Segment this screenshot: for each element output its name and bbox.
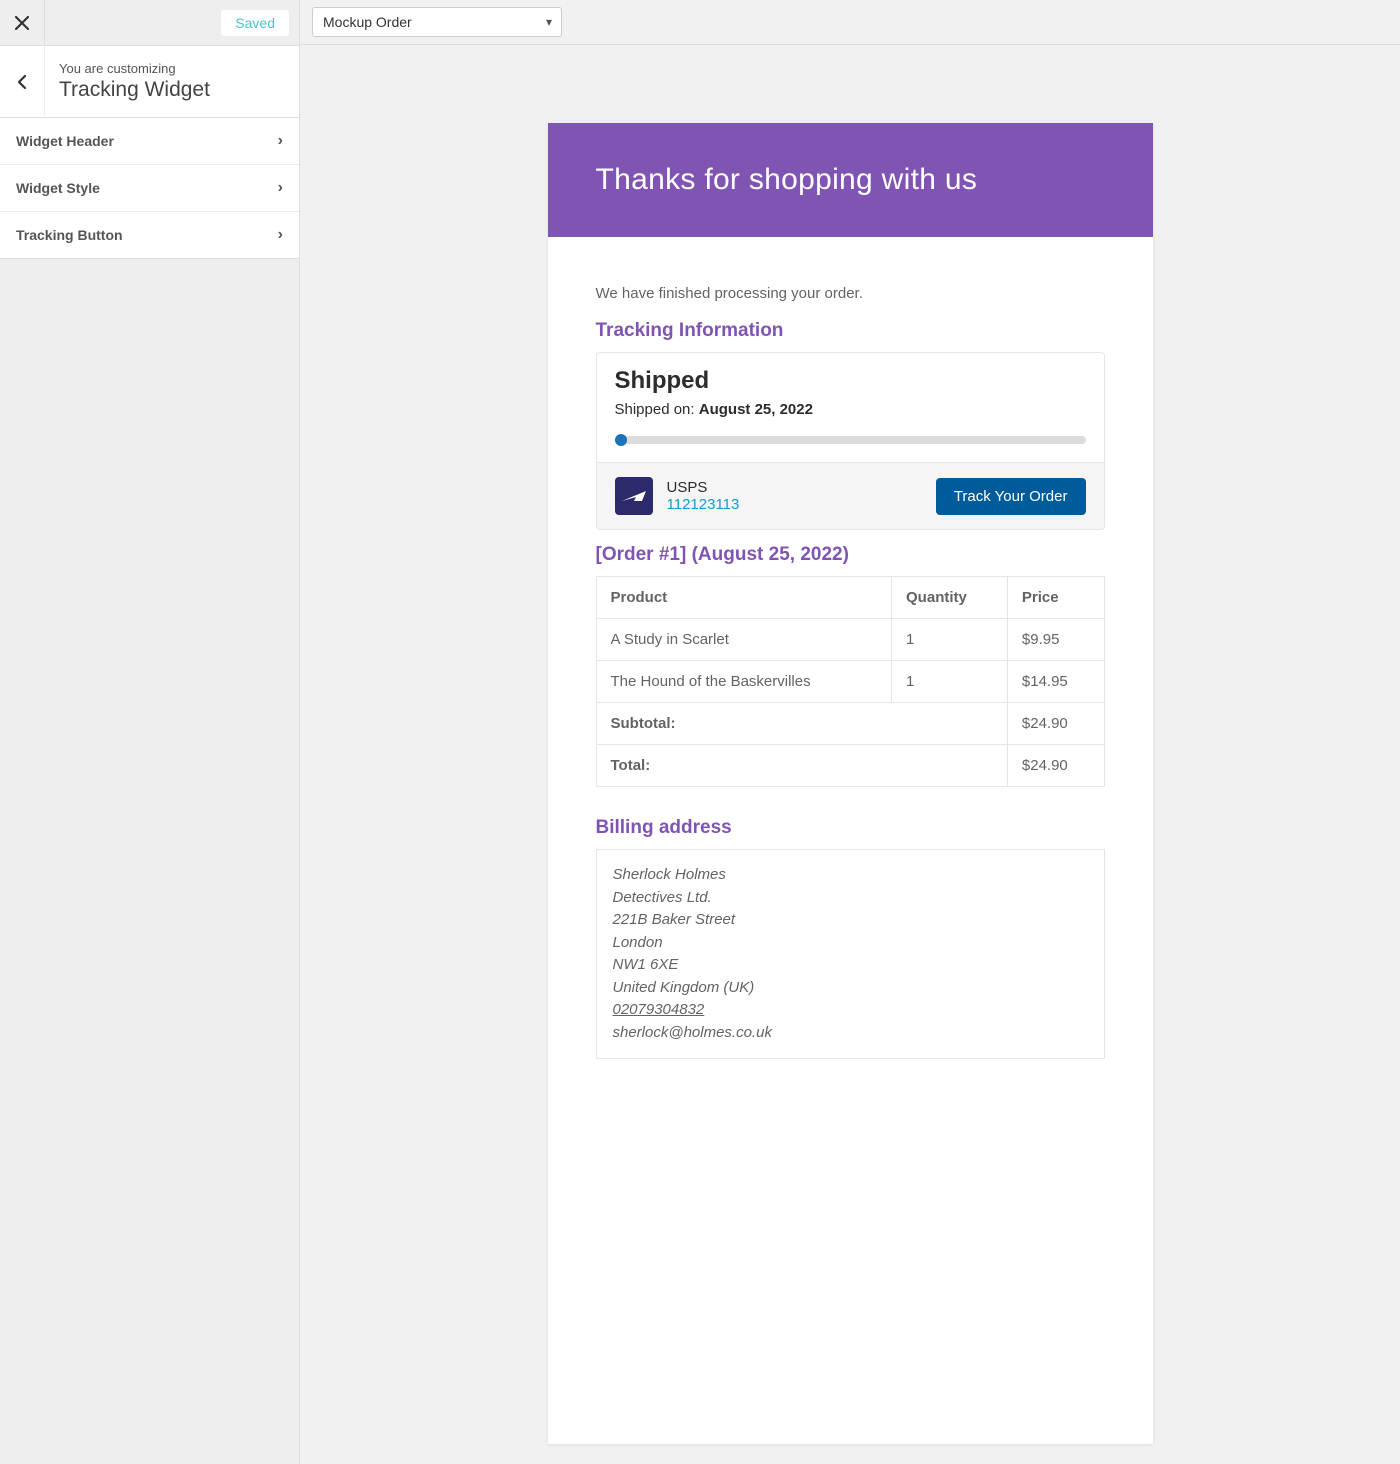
usps-eagle-icon: [620, 487, 648, 505]
total-row: Total: $24.90: [596, 745, 1104, 787]
menu-item-widget-header[interactable]: Widget Header ›: [0, 118, 299, 165]
shipped-on-label: Shipped on:: [615, 401, 695, 418]
billing-city: London: [613, 932, 1088, 955]
intro-text: We have finished processing your order.: [596, 285, 1105, 302]
carrier-name: USPS: [667, 479, 740, 496]
cell-product: The Hound of the Baskervilles: [596, 661, 892, 703]
email-body: We have finished processing your order. …: [548, 237, 1153, 1107]
cell-price: $9.95: [1007, 619, 1104, 661]
tracking-box: Shipped Shipped on: August 25, 2022: [596, 352, 1105, 530]
chevron-left-icon: [17, 74, 27, 90]
panel-header: You are customizing Tracking Widget: [0, 45, 299, 118]
main-topbar: Mockup Order ▾: [300, 0, 1400, 45]
panel-supertitle: You are customizing: [59, 61, 210, 76]
tracking-carrier-row: USPS 112123113 Track Your Order: [597, 462, 1104, 529]
order-selector-value: Mockup Order: [312, 7, 562, 37]
tracking-heading: Tracking Information: [596, 320, 1105, 342]
billing-phone-link[interactable]: 02079304832: [613, 999, 1088, 1022]
total-label: Total:: [596, 745, 1007, 787]
order-selector[interactable]: Mockup Order ▾: [312, 7, 562, 37]
chevron-right-icon: ›: [278, 132, 283, 150]
close-icon: [15, 16, 29, 30]
order-heading: [Order #1] (August 25, 2022): [596, 544, 1105, 566]
menu-item-label: Tracking Button: [16, 227, 123, 243]
billing-heading: Billing address: [596, 817, 1105, 839]
saved-badge: Saved: [221, 10, 289, 36]
shipped-on-date: August 25, 2022: [699, 401, 813, 418]
cell-price: $14.95: [1007, 661, 1104, 703]
cell-qty: 1: [892, 661, 1008, 703]
col-quantity: Quantity: [892, 577, 1008, 619]
table-header-row: Product Quantity Price: [596, 577, 1104, 619]
menu-item-label: Widget Header: [16, 133, 114, 149]
billing-name: Sherlock Holmes: [613, 864, 1088, 887]
menu-item-label: Widget Style: [16, 180, 100, 196]
cell-product: A Study in Scarlet: [596, 619, 892, 661]
tracking-number-link[interactable]: 112123113: [667, 496, 740, 513]
table-row: The Hound of the Baskervilles 1 $14.95: [596, 661, 1104, 703]
close-button[interactable]: [0, 0, 45, 45]
menu-item-widget-style[interactable]: Widget Style ›: [0, 165, 299, 212]
billing-street: 221B Baker Street: [613, 909, 1088, 932]
email-card: Thanks for shopping with us We have fini…: [548, 123, 1153, 1444]
carrier-logo: [615, 477, 653, 515]
back-button[interactable]: [0, 45, 45, 118]
billing-postcode: NW1 6XE: [613, 954, 1088, 977]
col-product: Product: [596, 577, 892, 619]
status-title: Shipped: [615, 367, 1086, 395]
billing-email: sherlock@holmes.co.uk: [613, 1022, 1088, 1045]
panel-title: Tracking Widget: [59, 78, 210, 102]
chevron-right-icon: ›: [278, 226, 283, 244]
email-header: Thanks for shopping with us: [548, 123, 1153, 237]
menu-item-tracking-button[interactable]: Tracking Button ›: [0, 212, 299, 258]
total-value: $24.90: [1007, 745, 1104, 787]
tracking-status: Shipped Shipped on: August 25, 2022: [597, 353, 1104, 462]
cell-qty: 1: [892, 619, 1008, 661]
preview-area: Thanks for shopping with us We have fini…: [300, 45, 1400, 1464]
track-order-button[interactable]: Track Your Order: [936, 478, 1086, 515]
subtotal-value: $24.90: [1007, 703, 1104, 745]
subtotal-row: Subtotal: $24.90: [596, 703, 1104, 745]
progress-indicator: [615, 434, 627, 446]
main: Mockup Order ▾ Thanks for shopping with …: [300, 0, 1400, 1464]
table-row: A Study in Scarlet 1 $9.95: [596, 619, 1104, 661]
shipped-on-line: Shipped on: August 25, 2022: [615, 401, 1086, 418]
subtotal-label: Subtotal:: [596, 703, 1007, 745]
col-price: Price: [1007, 577, 1104, 619]
email-header-title: Thanks for shopping with us: [596, 163, 1105, 197]
customizer-sidebar: Saved You are customizing Tracking Widge…: [0, 0, 300, 1464]
billing-address: Sherlock Holmes Detectives Ltd. 221B Bak…: [596, 849, 1105, 1059]
order-table: Product Quantity Price A Study in Scarle…: [596, 576, 1105, 787]
chevron-right-icon: ›: [278, 179, 283, 197]
sidebar-top: Saved: [0, 0, 299, 45]
progress-track: [615, 436, 1086, 444]
menu-list: Widget Header › Widget Style › Tracking …: [0, 118, 299, 259]
billing-company: Detectives Ltd.: [613, 887, 1088, 910]
billing-country: United Kingdom (UK): [613, 977, 1088, 1000]
